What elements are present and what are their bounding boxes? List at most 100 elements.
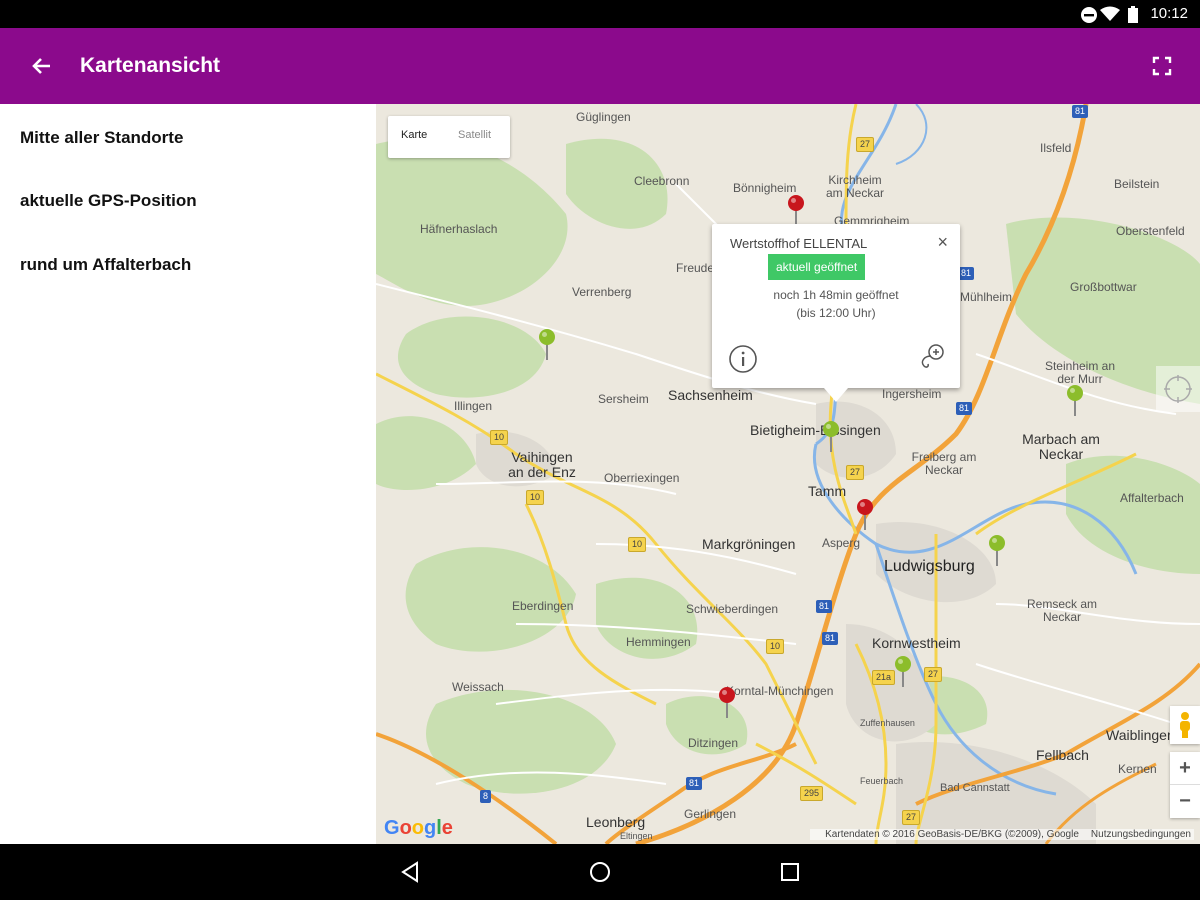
place-label: Remseck am Neckar [1026,597,1097,624]
autobahn-badge: 81 [686,777,703,790]
terms-link[interactable]: Nutzungsbedingungen [1091,829,1191,840]
place-label: Schwieberdingen [686,602,779,616]
green-map-pin[interactable] [1065,384,1085,418]
map-type-karte[interactable]: Karte [401,129,427,141]
place-label: Markgröningen [702,536,796,552]
info-window-tail [824,388,848,402]
road-number-badge: 10 [490,430,509,445]
green-map-pin[interactable] [537,328,557,362]
autobahn-badge: 81 [956,402,973,415]
place-label: Freiberg am Neckar [911,450,977,477]
do-not-disturb-icon [1081,7,1097,23]
fullscreen-icon[interactable] [1150,54,1174,78]
green-map-pin[interactable] [821,420,841,454]
place-label: Affalterbach [1120,491,1184,505]
map-attribution: Kartendaten © 2016 GeoBasis-DE/BKG (©200… [810,829,1194,840]
place-label: Bad Cannstatt [940,782,1010,794]
red-map-pin[interactable] [786,194,806,228]
info-window-title: Wertstoffhof ELLENTAL [730,236,868,251]
place-label: Steinheim an der Murr [1044,359,1116,386]
zoom-control: + − [1170,752,1200,818]
page-title: Kartenansicht [80,54,221,77]
place-label: Waiblingen [1106,727,1175,743]
autobahn-badge: 81 [816,600,833,613]
place-label: Tamm [808,483,847,499]
back-arrow-icon[interactable] [28,52,56,80]
zoom-out-button[interactable]: − [1170,785,1200,817]
red-map-pin[interactable] [855,498,875,532]
nav-home-icon[interactable] [588,860,612,884]
place-label: Bönnigheim [733,181,797,195]
app-bar: Kartenansicht [0,28,1200,104]
wifi-icon [1100,6,1120,21]
place-label: Marbach am Neckar [1022,431,1100,462]
sidebar-item-center-all[interactable]: Mitte aller Standorte [20,128,183,148]
place-label: Güglingen [576,110,631,124]
place-label: Großbottwar [1070,280,1137,294]
autobahn-badge: 81 [1072,105,1089,118]
road-number-badge: 27 [856,137,875,152]
autobahn-badge: 81 [958,267,975,280]
info-icon[interactable] [728,344,758,374]
street-view-button[interactable] [1170,706,1200,744]
place-label: Häfnerhaslach [420,222,498,236]
place-label: Cleebronn [634,174,690,188]
place-label: Asperg [822,536,861,550]
sidebar-item-affalterbach[interactable]: rund um Affalterbach [20,255,191,275]
place-label: Fellbach [1036,747,1089,763]
place-label: Eberdingen [512,599,574,613]
location-sidebar: Mitte aller Standorte aktuelle GPS-Posit… [0,104,376,844]
road-number-badge: 27 [924,667,943,682]
road-number-badge: 21a [872,670,896,685]
nav-back-icon[interactable] [398,860,422,884]
place-label: Feuerbach [860,776,904,786]
compass-icon [1164,375,1192,403]
sidebar-item-gps-position[interactable]: aktuelle GPS-Position [20,191,197,211]
google-logo: Google [384,817,453,839]
place-label: Oberriexingen [604,471,680,485]
place-label: Leonberg [586,814,646,830]
place-label: Zuffenhausen [860,718,915,728]
closing-time-text: (bis 12:00 Uhr) [796,306,876,320]
system-nav-bar [0,844,1200,900]
place-label: Illingen [454,399,493,413]
place-label: Beilstein [1114,177,1160,191]
battery-icon [1128,6,1138,23]
map-view[interactable]: Güglingen Cleebronn Bönnigheim Kirchheim… [376,104,1200,844]
close-icon[interactable]: × [937,232,948,253]
status-bar: 10:12 [0,0,1200,28]
compass-button[interactable] [1156,366,1200,412]
green-map-pin[interactable] [893,655,913,689]
place-label: Oberstenfeld [1116,224,1185,238]
pegman-icon [1180,712,1190,738]
place-label: Sersheim [598,392,649,406]
autobahn-badge: 8 [480,790,492,803]
road-number-badge: 295 [800,786,824,801]
zoom-in-button[interactable]: + [1170,752,1200,785]
place-label: Eltingen [620,831,653,841]
road-number-badge: 27 [902,810,921,825]
place-label: Ingersheim [882,387,942,401]
place-label: Kernen [1118,762,1157,776]
autobahn-badge: 81 [822,632,839,645]
place-label: Hemmingen [626,635,691,649]
place-label: Ludwigsburg [884,558,975,575]
road-number-badge: 10 [766,639,785,654]
place-label: Korntal-Münchingen [726,684,834,698]
place-label: Vaihingen an der Enz [508,449,576,480]
red-map-pin[interactable] [717,686,737,720]
route-icon[interactable] [914,342,946,374]
opening-remaining-text: noch 1h 48min geöffnet [773,288,899,302]
map-type-satellite[interactable]: Satellit [458,129,491,141]
place-label: Kornwestheim [872,635,961,651]
clock: 10:12 [1150,5,1188,22]
place-label: Weissach [452,680,504,694]
map-type-control: Karte Satellit [388,116,510,158]
road-number-badge: 27 [846,465,865,480]
attribution-text: Kartendaten © 2016 GeoBasis-DE/BKG (©200… [825,829,1079,840]
green-map-pin[interactable] [987,534,1007,568]
place-label: Ditzingen [688,736,739,750]
nav-recents-icon[interactable] [778,860,802,884]
place-label: Verrenberg [572,285,632,299]
open-status-badge: aktuell geöffnet [768,254,866,280]
